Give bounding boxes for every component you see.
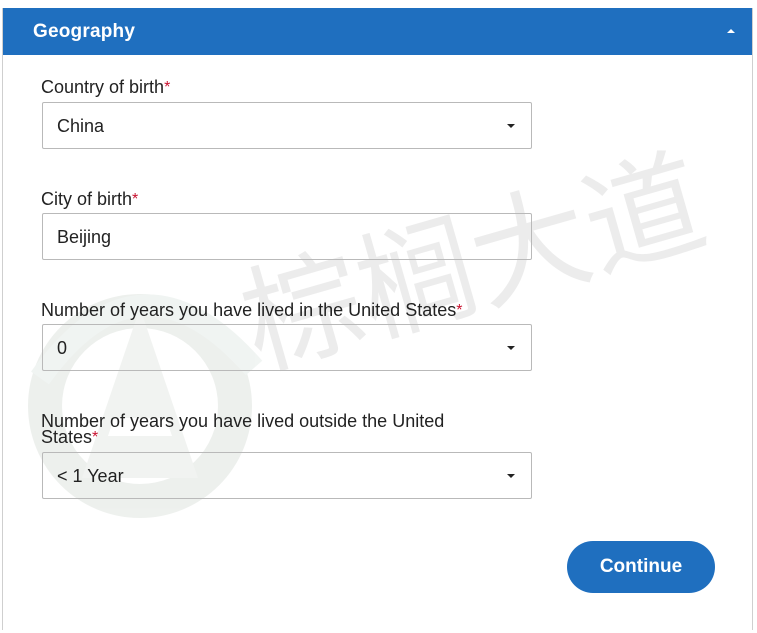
country-of-birth-label-text: Country of birth (41, 77, 165, 97)
city-of-birth-input[interactable]: Beijing (42, 213, 532, 260)
section-header[interactable]: Geography (3, 8, 752, 55)
country-of-birth-label: Country of birth* (41, 78, 170, 97)
years-in-us-label-text: Number of years you have lived in the Un… (41, 300, 457, 320)
years-outside-us-label: Number of years you have lived outside t… (41, 412, 444, 447)
years-outside-us-label-line1: Number of years you have lived outside t… (41, 411, 445, 431)
country-of-birth-value: China (57, 116, 105, 136)
years-outside-us-label-line2: States (41, 427, 93, 447)
years-outside-us-select[interactable]: < 1 Year (42, 452, 532, 499)
years-in-us-value: 0 (57, 338, 68, 358)
country-of-birth-select[interactable]: China (42, 102, 532, 149)
dropdown-caret-icon (507, 124, 515, 128)
continue-button[interactable]: Continue (567, 541, 715, 593)
required-marker: * (132, 191, 139, 208)
city-of-birth-label: City of birth* (41, 190, 138, 209)
dropdown-caret-icon (507, 474, 515, 478)
years-in-us-select[interactable]: 0 (42, 324, 532, 371)
years-outside-us-value: < 1 Year (57, 466, 124, 486)
required-marker: * (164, 79, 171, 96)
section-title: Geography (33, 21, 136, 42)
chevron-up-icon[interactable] (724, 24, 738, 38)
required-marker: * (92, 429, 99, 446)
city-of-birth-value: Beijing (57, 227, 112, 247)
dropdown-caret-icon (507, 346, 515, 350)
years-in-us-label: Number of years you have lived in the Un… (41, 301, 462, 320)
required-marker: * (456, 302, 463, 319)
city-of-birth-label-text: City of birth (41, 189, 133, 209)
